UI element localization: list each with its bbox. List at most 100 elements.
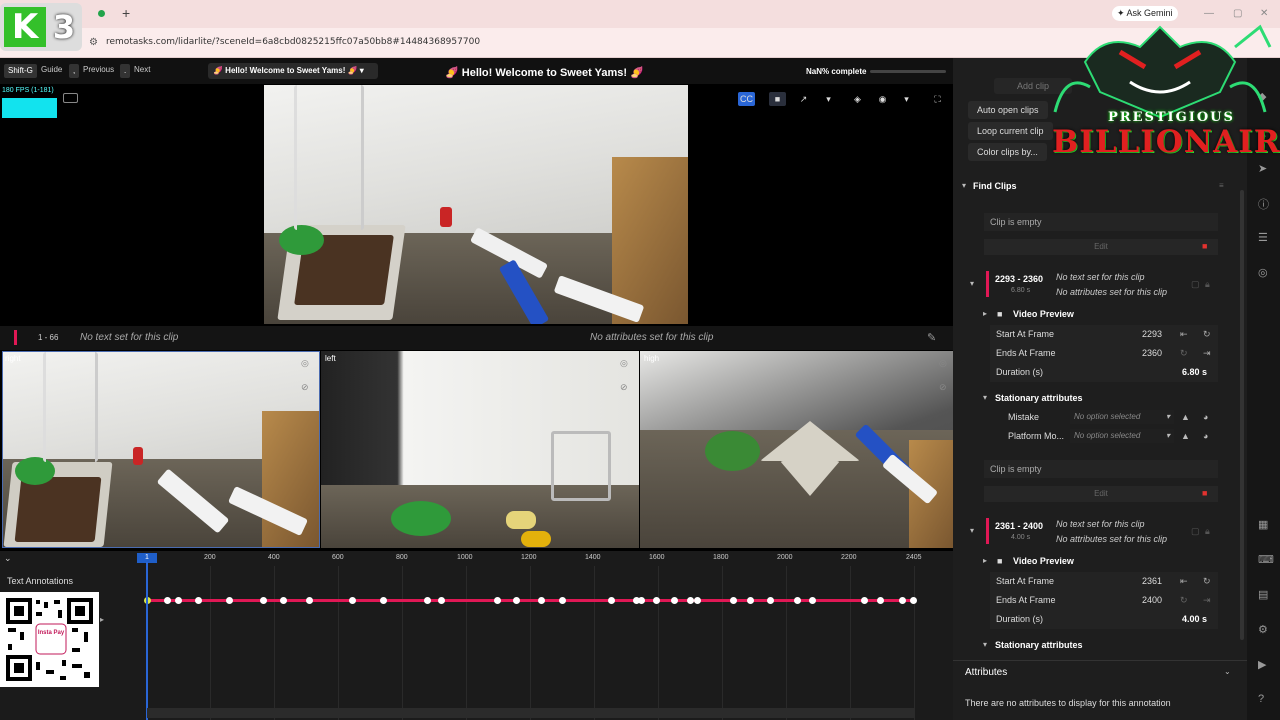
eye-off-icon[interactable]: ⊘ (939, 382, 947, 393)
ask-gemini-button[interactable]: ✦ Ask Gemini (1112, 6, 1178, 21)
keyframe-marker[interactable] (747, 597, 754, 604)
next-link[interactable]: Next (134, 65, 150, 74)
reset-icon[interactable]: ↻ (1180, 348, 1188, 359)
close-icon[interactable]: ✕ (1260, 8, 1268, 19)
keyframe-marker[interactable] (424, 597, 431, 604)
keyframe-marker[interactable] (809, 597, 816, 604)
edit-pencil-icon[interactable]: ✎ (927, 331, 936, 344)
fullscreen-icon[interactable]: ⛶ (929, 92, 946, 106)
cc-toggle-icon[interactable]: CC (738, 92, 755, 106)
right-panel-scrollbar[interactable] (1240, 190, 1244, 640)
keyframe-marker[interactable] (877, 597, 884, 604)
palette-icon[interactable]: ◕ (1203, 431, 1208, 441)
chevron-down-icon[interactable]: ▾ (983, 640, 987, 649)
edit-button[interactable]: Edit (984, 486, 1218, 502)
chevron-down-icon[interactable]: ▾ (898, 92, 915, 106)
palette-icon[interactable]: ◕ (1203, 412, 1208, 422)
keyframe-marker[interactable] (195, 597, 202, 604)
keyframe-marker[interactable] (910, 597, 917, 604)
keyframe-marker[interactable] (438, 597, 445, 604)
camera-view-left[interactable] (321, 351, 639, 548)
chevron-down-icon[interactable]: ▾ (820, 92, 837, 106)
lock-icon[interactable]: 🔒︎ (1205, 279, 1210, 290)
warning-icon[interactable]: ▲ (1181, 431, 1190, 441)
gear-icon[interactable]: ⚙ (1258, 623, 1268, 636)
find-clips-header[interactable]: Find Clips (973, 181, 1017, 191)
keyframe-marker[interactable] (538, 597, 545, 604)
guide-shortcut-key[interactable]: Shift-G (4, 64, 37, 78)
task-select[interactable]: 🍠 Hello! Welcome to Sweet Yams! 🍠 ▾ (208, 63, 378, 79)
attribute-select-platform[interactable]: No option selected ▾ (1070, 429, 1174, 443)
keyframe-marker[interactable] (861, 597, 868, 604)
keyframe-marker[interactable] (559, 597, 566, 604)
minimize-icon[interactable]: — (1204, 8, 1214, 19)
start-frame-value[interactable]: 2361 (1112, 576, 1162, 586)
next-shortcut-key[interactable]: . (120, 64, 131, 78)
playhead[interactable] (146, 562, 148, 720)
signal-icon[interactable]: ◎ (1258, 266, 1268, 279)
keyboard-icon[interactable]: ⌨ (1258, 553, 1274, 566)
loop-current-clip-button[interactable]: Loop current clip (968, 122, 1053, 140)
main-camera-view[interactable] (264, 85, 688, 324)
chevron-down-icon[interactable]: ▾ (962, 181, 966, 190)
keyboard-icon[interactable] (63, 93, 78, 103)
stationary-attributes-header[interactable]: Stationary attributes (995, 640, 1083, 650)
chevron-down-icon[interactable]: ▾ (983, 393, 987, 402)
external-link-icon[interactable]: ↗ (795, 92, 812, 106)
site-info-icon[interactable]: ⚙ (89, 37, 98, 48)
eye-off-icon[interactable]: ⊘ (620, 382, 628, 393)
layers-icon[interactable]: ◈ (849, 92, 866, 106)
start-frame-value[interactable]: 2293 (1112, 329, 1162, 339)
previous-link[interactable]: Previous (83, 65, 114, 74)
camera-icon[interactable]: ■ (769, 92, 786, 106)
target-icon[interactable]: ◎ (301, 358, 309, 369)
chevron-right-icon[interactable]: ▸ (983, 556, 987, 565)
keyframe-marker[interactable] (608, 597, 615, 604)
keyframe-marker[interactable] (513, 597, 520, 604)
attribute-select-mistake[interactable]: No option selected ▾ (1070, 410, 1174, 424)
document-icon[interactable]: ▤ (1258, 588, 1268, 601)
checkbox-icon[interactable]: ▢ (1191, 526, 1200, 537)
chevron-down-icon[interactable]: ⌄ (1224, 667, 1231, 676)
edit-button[interactable]: Edit (984, 239, 1218, 255)
jump-to-start-icon[interactable]: ⇤ (1180, 576, 1188, 587)
menu-icon[interactable]: ≡ (1219, 181, 1224, 190)
warning-icon[interactable]: ▲ (1181, 412, 1190, 422)
lock-icon[interactable]: 🔒︎ (1205, 526, 1210, 537)
stationary-attributes-header[interactable]: Stationary attributes (995, 393, 1083, 403)
camera-view-high[interactable] (640, 351, 953, 548)
attributes-title[interactable]: Attributes (965, 667, 1007, 678)
target-icon[interactable]: ◎ (620, 358, 628, 369)
trash-icon[interactable]: ■ (1202, 241, 1214, 253)
keyframe-marker[interactable] (226, 597, 233, 604)
keyframe-marker[interactable] (164, 597, 171, 604)
target-icon[interactable]: ◉ (874, 92, 891, 106)
reset-icon[interactable]: ↻ (1203, 576, 1211, 587)
reset-icon[interactable]: ↻ (1203, 329, 1211, 340)
timeline-scrollbar[interactable] (147, 708, 915, 718)
keyframe-marker[interactable] (175, 597, 182, 604)
keyframe-marker[interactable] (638, 597, 645, 604)
end-frame-value[interactable]: 2400 (1112, 595, 1162, 605)
keyframe-marker[interactable] (380, 597, 387, 604)
collapse-chevron-icon[interactable]: ⌄ (4, 553, 12, 564)
new-tab-button[interactable]: + (122, 5, 130, 21)
address-url[interactable]: remotasks.com/lidarlite/?sceneId=6a8cbd0… (106, 37, 480, 47)
clip-range[interactable]: 2293 - 2360 (995, 274, 1043, 284)
grid-icon[interactable]: ▦ (1258, 518, 1268, 531)
video-preview-header[interactable]: Video Preview (1013, 309, 1074, 319)
keyframe-marker[interactable] (694, 597, 701, 604)
keyframe-marker[interactable] (671, 597, 678, 604)
jump-to-end-icon[interactable]: ⇥ (1203, 348, 1211, 359)
keyframe-marker[interactable] (653, 597, 660, 604)
previous-shortcut-key[interactable]: , (69, 64, 80, 78)
keyframe-marker[interactable] (306, 597, 313, 604)
color-clips-by-button[interactable]: Color clips by... (968, 143, 1047, 161)
video-preview-header[interactable]: Video Preview (1013, 556, 1074, 566)
list-icon[interactable]: ☰ (1258, 231, 1268, 244)
keyframe-marker[interactable] (280, 597, 287, 604)
video-icon[interactable]: ▶ (1258, 658, 1266, 671)
keyframe-marker[interactable] (687, 597, 694, 604)
info-icon[interactable]: ⓘ (1258, 196, 1269, 212)
trash-icon[interactable]: ■ (1202, 488, 1214, 500)
